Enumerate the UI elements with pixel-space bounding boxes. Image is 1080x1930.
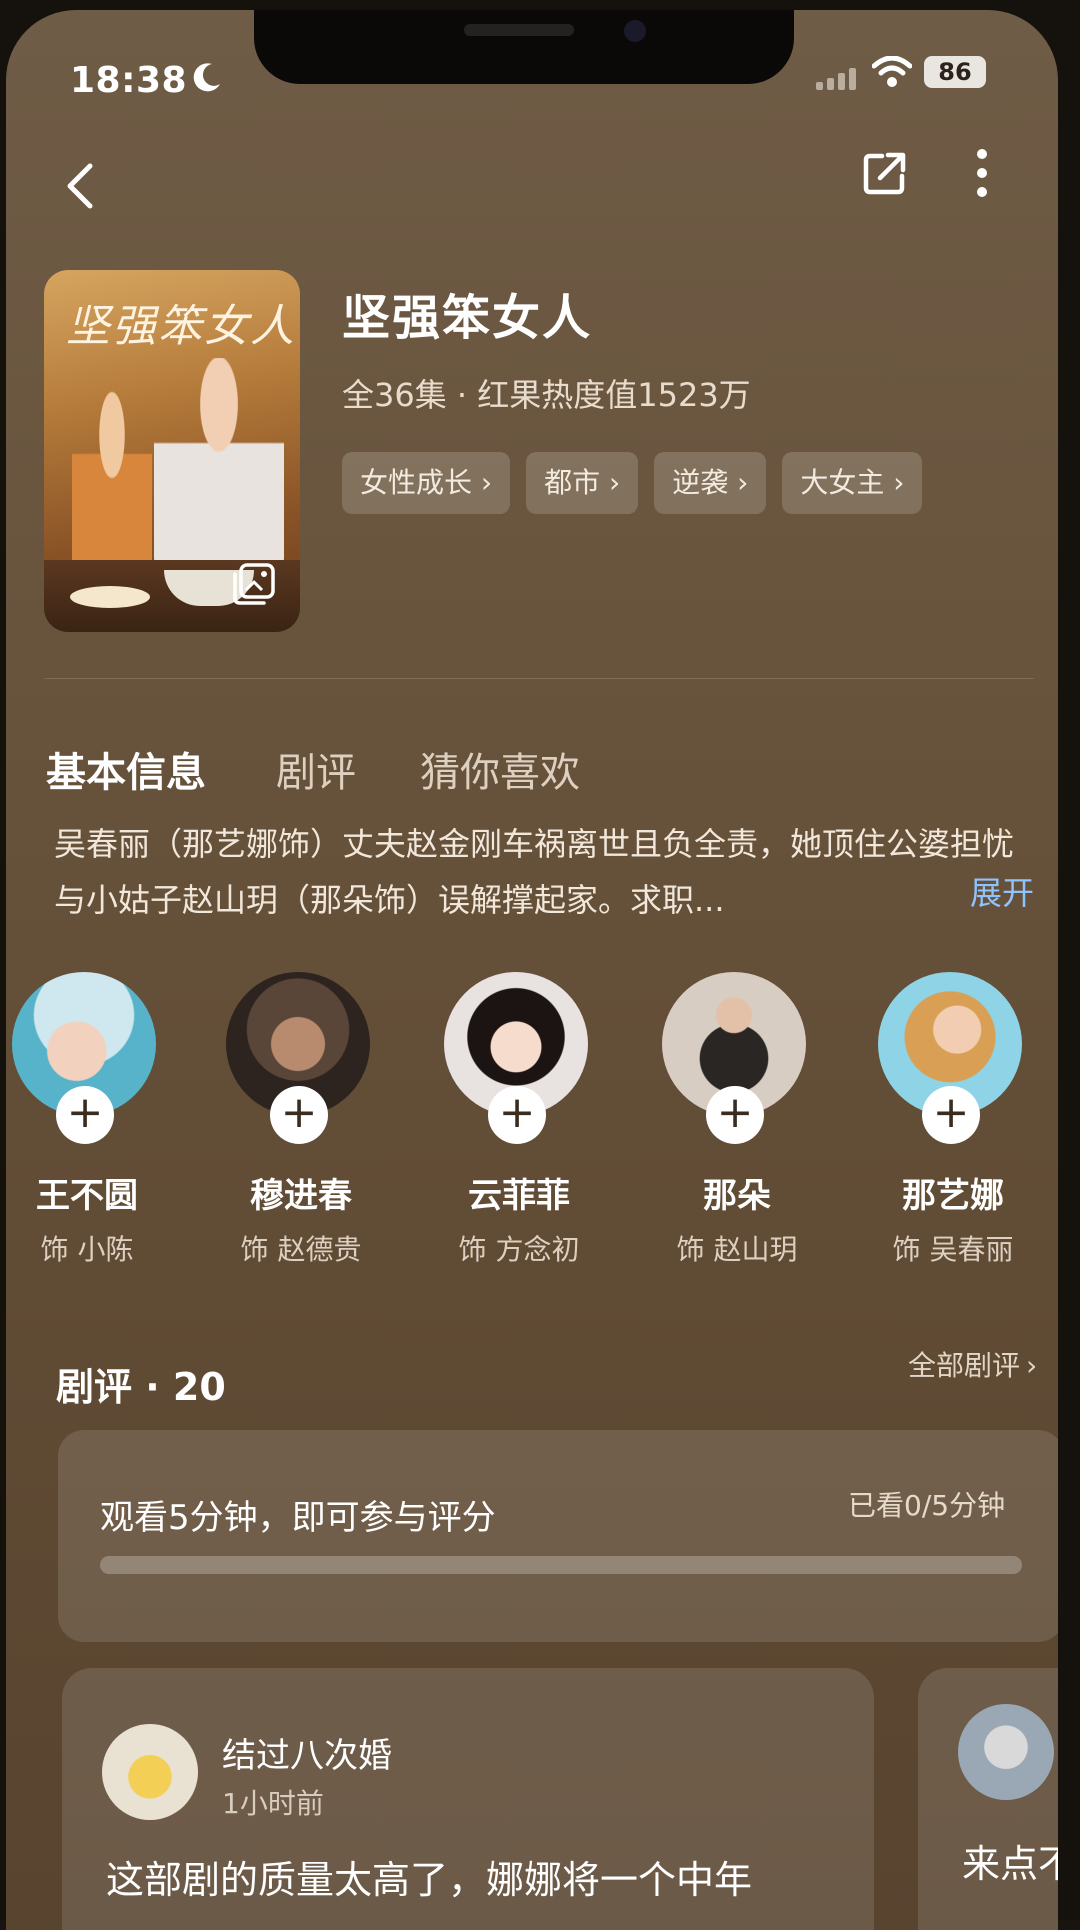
- all-reviews-label: 全部剧评: [908, 1349, 1021, 1382]
- review-card[interactable]: 结过八次婚 1小时前 这部剧的质量太高了，娜娜将一个中年: [62, 1668, 874, 1930]
- follow-button[interactable]: +: [706, 1086, 764, 1144]
- cast-member[interactable]: + 那朵 饰 赵山玥: [662, 972, 812, 1272]
- tag-comeback[interactable]: 逆袭 ›: [654, 452, 767, 514]
- follow-button[interactable]: +: [56, 1086, 114, 1144]
- cast-name: 那艺娜: [902, 1176, 1004, 1216]
- rating-progress-text: 已看0/5分钟: [848, 1489, 1006, 1522]
- poster-plate: [70, 586, 150, 608]
- avatar[interactable]: [102, 1724, 198, 1820]
- show-title: 坚强笨女人: [342, 290, 593, 346]
- synopsis-text: 吴春丽（那艺娜饰）丈夫赵金刚车祸离世且负全责，她顶住公婆担忧与小姑子赵山玥（那朵…: [54, 825, 1015, 919]
- tag-female-lead[interactable]: 大女主 ›: [782, 452, 923, 514]
- cast-member[interactable]: + 穆进春 饰 赵德贵: [226, 972, 376, 1272]
- follow-button[interactable]: +: [270, 1086, 328, 1144]
- cast-member[interactable]: + 王不圆 饰 小陈: [12, 972, 162, 1272]
- speaker: [464, 24, 574, 36]
- cast-name: 云菲菲: [468, 1176, 570, 1216]
- review-card[interactable]: 闪 来点不: [918, 1668, 1058, 1930]
- poster-figure-man: [154, 358, 284, 568]
- chevron-right-icon: ›: [1026, 1349, 1038, 1382]
- cast-name: 王不圆: [36, 1176, 138, 1216]
- cast-member[interactable]: + 那艺娜 饰 吴春丽: [878, 972, 1028, 1272]
- divider: [44, 678, 1034, 679]
- wifi-icon: [872, 56, 912, 87]
- review-time: 1小时前: [222, 1787, 324, 1820]
- phone-frame: 18:38 86 坚强笨女人 坚强笨女人 全36集 · 红果热度值1523万 女…: [0, 0, 1080, 1930]
- review-text: 来点不: [962, 1842, 1058, 1886]
- review-text: 这部剧的质量太高了，娜娜将一个中年: [106, 1858, 753, 1902]
- all-reviews-link[interactable]: 全部剧评 ›: [908, 1344, 1037, 1384]
- poster-figure-woman: [72, 390, 152, 570]
- tab-recommendations[interactable]: 猜你喜欢: [420, 740, 580, 798]
- moon-icon: [193, 63, 220, 92]
- tag-female-growth[interactable]: 女性成长 ›: [342, 452, 511, 514]
- more-options-icon[interactable]: [972, 148, 992, 198]
- status-time: 18:38: [70, 60, 188, 101]
- follow-button[interactable]: +: [922, 1086, 980, 1144]
- gallery-icon[interactable]: [232, 562, 276, 606]
- cellular-signal-icon: [816, 68, 856, 90]
- reviews-section-title: 剧评 · 20: [56, 1365, 226, 1409]
- follow-button[interactable]: +: [488, 1086, 546, 1144]
- review-username[interactable]: 结过八次婚: [222, 1728, 392, 1777]
- watch-progress-bar: [100, 1556, 1022, 1574]
- notch: [254, 10, 794, 84]
- share-icon[interactable]: [862, 150, 908, 196]
- battery-indicator: 86: [924, 56, 986, 88]
- cast-name: 那朵: [703, 1176, 771, 1216]
- cast-role: 饰 吴春丽: [892, 1233, 1014, 1266]
- rating-card: 观看5分钟，即可参与评分 已看0/5分钟: [58, 1430, 1058, 1642]
- show-meta: 全36集 · 红果热度值1523万: [342, 376, 751, 414]
- rating-prompt: 观看5分钟，即可参与评分: [100, 1498, 496, 1538]
- tab-reviews[interactable]: 剧评: [276, 740, 356, 798]
- avatar[interactable]: [958, 1704, 1054, 1800]
- cast-role: 饰 赵德贵: [240, 1233, 362, 1266]
- cast-name: 穆进春: [250, 1176, 352, 1216]
- cast-role: 饰 小陈: [40, 1233, 134, 1266]
- back-arrow-icon[interactable]: [60, 160, 100, 212]
- cast-member[interactable]: + 云菲菲 饰 方念初: [444, 972, 594, 1272]
- screen: 18:38 86 坚强笨女人 坚强笨女人 全36集 · 红果热度值1523万 女…: [6, 10, 1058, 1930]
- tag-list: 女性成长 › 都市 › 逆袭 › 大女主 ›: [342, 452, 923, 514]
- expand-link[interactable]: 展开: [970, 868, 1034, 914]
- poster-title: 坚强笨女人: [66, 301, 296, 352]
- cast-role: 饰 方念初: [458, 1233, 580, 1266]
- front-camera: [624, 20, 646, 42]
- tab-basic-info[interactable]: 基本信息: [46, 740, 206, 798]
- cast-role: 饰 赵山玥: [676, 1233, 798, 1266]
- tag-urban[interactable]: 都市 ›: [526, 452, 639, 514]
